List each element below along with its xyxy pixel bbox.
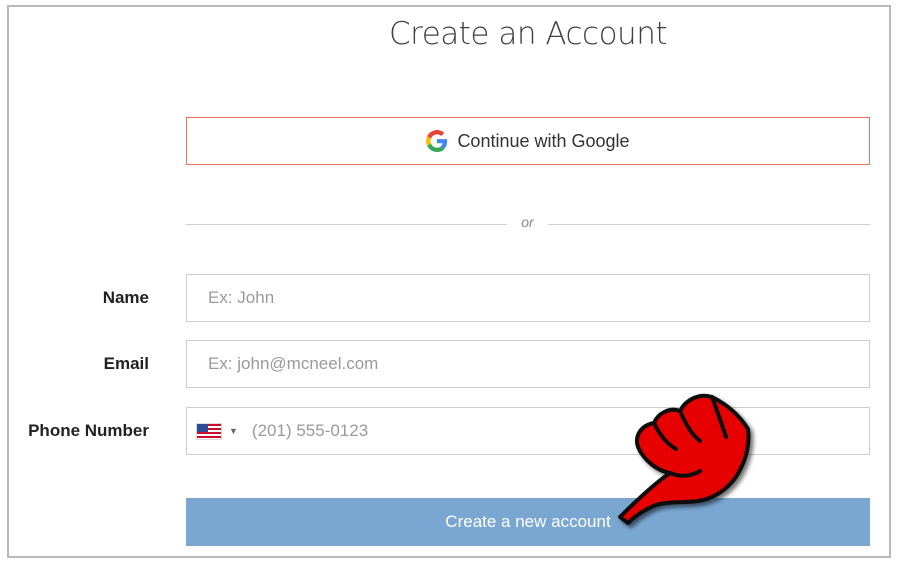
google-button-label: Continue with Google [457,130,630,151]
page-title: Create an Account [388,16,668,52]
divider-left [186,224,507,225]
create-account-label: Create a new account [445,512,611,531]
divider-or-text: or [521,214,534,230]
red-pointing-hand-icon [618,393,751,525]
name-input[interactable]: Ex: John [186,274,870,322]
name-label: Name [102,288,149,307]
divider-right [548,224,870,225]
email-label: Email [103,354,149,373]
phone-placeholder: (201) 555-0123 [251,421,369,440]
us-flag-icon[interactable] [197,423,221,439]
google-g-icon [426,130,448,152]
caret-down-icon[interactable]: ▼ [229,426,238,436]
continue-with-google-button[interactable]: Continue with Google [186,117,870,165]
name-placeholder: Ex: John [208,288,275,307]
email-placeholder: Ex: john@mcneel.com [208,354,379,373]
email-input[interactable]: Ex: john@mcneel.com [186,340,870,388]
phone-label: Phone Number [28,421,149,440]
